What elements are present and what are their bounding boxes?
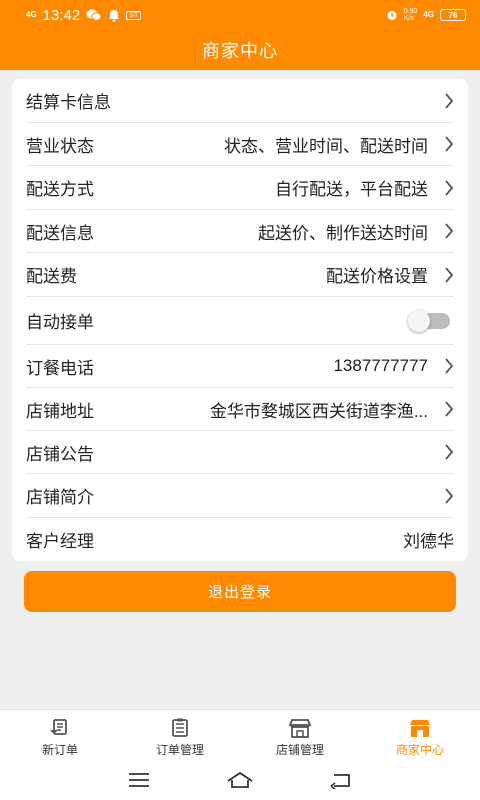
- logout-label: 退出登录: [207, 584, 272, 601]
- auto-accept-row: 自动接单: [26, 297, 454, 345]
- order-list-icon: [172, 718, 188, 737]
- account-manager-label: 客户经理: [26, 532, 94, 551]
- right-network-type: 4G: [423, 10, 434, 19]
- account-manager-value: 刘德华: [403, 532, 454, 551]
- page-header: 商家中心: [0, 30, 480, 70]
- alarm-icon: [387, 11, 397, 20]
- chevron-right-icon: [428, 487, 454, 504]
- chevron-right-icon: [428, 92, 454, 109]
- business-status-value: 状态、营业时间、配送时间: [224, 136, 428, 156]
- bottom-tab-bar: 新订单 订单管理 店铺管理 商家中心: [0, 709, 480, 765]
- auto-accept-label: 自动接单: [26, 313, 94, 332]
- delivery-method-value: 自行配送，平台配送: [275, 180, 428, 199]
- delivery-fee-row[interactable]: 配送费 配送价格设置: [26, 253, 454, 297]
- store-intro-row[interactable]: 店铺简介: [26, 474, 454, 518]
- chevron-right-icon: [428, 358, 454, 374]
- delivery-info-value: 起送价、制作送达时间: [258, 223, 428, 243]
- business-status-label: 营业状态: [26, 136, 94, 156]
- network-speed: 0.90 K/s: [404, 8, 418, 22]
- chevron-right-icon: [428, 401, 454, 417]
- chevron-right-icon: [428, 136, 454, 152]
- battery-level: 76: [448, 10, 458, 20]
- back-icon[interactable]: [329, 771, 353, 794]
- tab-label: 订单管理: [155, 742, 204, 757]
- menu-icon[interactable]: [127, 772, 151, 793]
- auto-accept-toggle[interactable]: [408, 309, 450, 332]
- battery-icon: 76: [440, 9, 466, 21]
- delivery-method-row[interactable]: 配送方式 自行配送，平台配送: [26, 166, 454, 210]
- merchant-center-icon: [410, 719, 430, 737]
- order-phone-value: 1387777777: [333, 356, 428, 375]
- wechat-icon: [86, 9, 102, 21]
- chevron-right-icon: [428, 266, 454, 283]
- account-manager-row: 客户经理 刘德华: [26, 518, 454, 561]
- tab-order-management[interactable]: 订单管理: [120, 710, 240, 765]
- chevron-right-icon: [428, 179, 454, 196]
- tab-new-order[interactable]: 新订单: [0, 710, 120, 765]
- store-address-row[interactable]: 店铺地址 金华市婺城区西关街道李渔...: [26, 388, 454, 431]
- app-badge: ST: [126, 10, 142, 20]
- chevron-right-icon: [428, 444, 454, 460]
- tab-label: 店铺管理: [275, 742, 324, 757]
- speed-unit: K/s: [403, 15, 414, 22]
- logout-button[interactable]: 退出登录: [24, 571, 456, 612]
- tab-label: 新订单: [41, 742, 78, 757]
- delivery-method-label: 配送方式: [26, 180, 94, 199]
- tab-merchant-center[interactable]: 商家中心: [360, 710, 480, 765]
- settings-card: 结算卡信息 营业状态 状态、营业时间、配送时间 配送方式 自行配送，平台配送 配…: [12, 79, 468, 561]
- delivery-fee-label: 配送费: [26, 267, 77, 286]
- toggle-knob: [408, 309, 430, 332]
- tab-label: 商家中心: [395, 742, 444, 757]
- notification-bell-icon: [109, 9, 120, 22]
- delivery-fee-value: 配送价格设置: [326, 267, 428, 286]
- store-intro-label: 店铺简介: [26, 488, 94, 507]
- store-address-label: 店铺地址: [26, 401, 94, 421]
- delivery-info-label: 配送信息: [26, 223, 94, 243]
- system-nav-bar: [0, 765, 480, 800]
- order-phone-label: 订餐电话: [26, 358, 94, 378]
- chevron-right-icon: [428, 223, 454, 239]
- speed-value: 0.90: [403, 8, 418, 15]
- tab-store-management[interactable]: 店铺管理: [240, 710, 360, 765]
- store-icon: [288, 718, 312, 738]
- business-status-row[interactable]: 营业状态 状态、营业时间、配送时间: [26, 123, 454, 166]
- store-notice-row[interactable]: 店铺公告: [26, 431, 454, 474]
- page-title: 商家中心: [202, 41, 278, 61]
- delivery-info-row[interactable]: 配送信息 起送价、制作送达时间: [26, 210, 454, 253]
- home-icon[interactable]: [225, 771, 255, 794]
- store-address-value: 金华市婺城区西关街道李渔...: [209, 401, 428, 421]
- settlement-card-row[interactable]: 结算卡信息: [26, 79, 454, 123]
- status-bar: 4G 13:42 ST 0.90 K/s 4G 76: [0, 0, 480, 30]
- network-type: 4G: [26, 10, 37, 19]
- settlement-card-label: 结算卡信息: [26, 93, 111, 112]
- order-phone-row[interactable]: 订餐电话 1387777777: [26, 345, 454, 388]
- status-time: 13:42: [42, 6, 81, 24]
- store-notice-label: 店铺公告: [26, 444, 94, 464]
- new-order-icon: [50, 718, 67, 735]
